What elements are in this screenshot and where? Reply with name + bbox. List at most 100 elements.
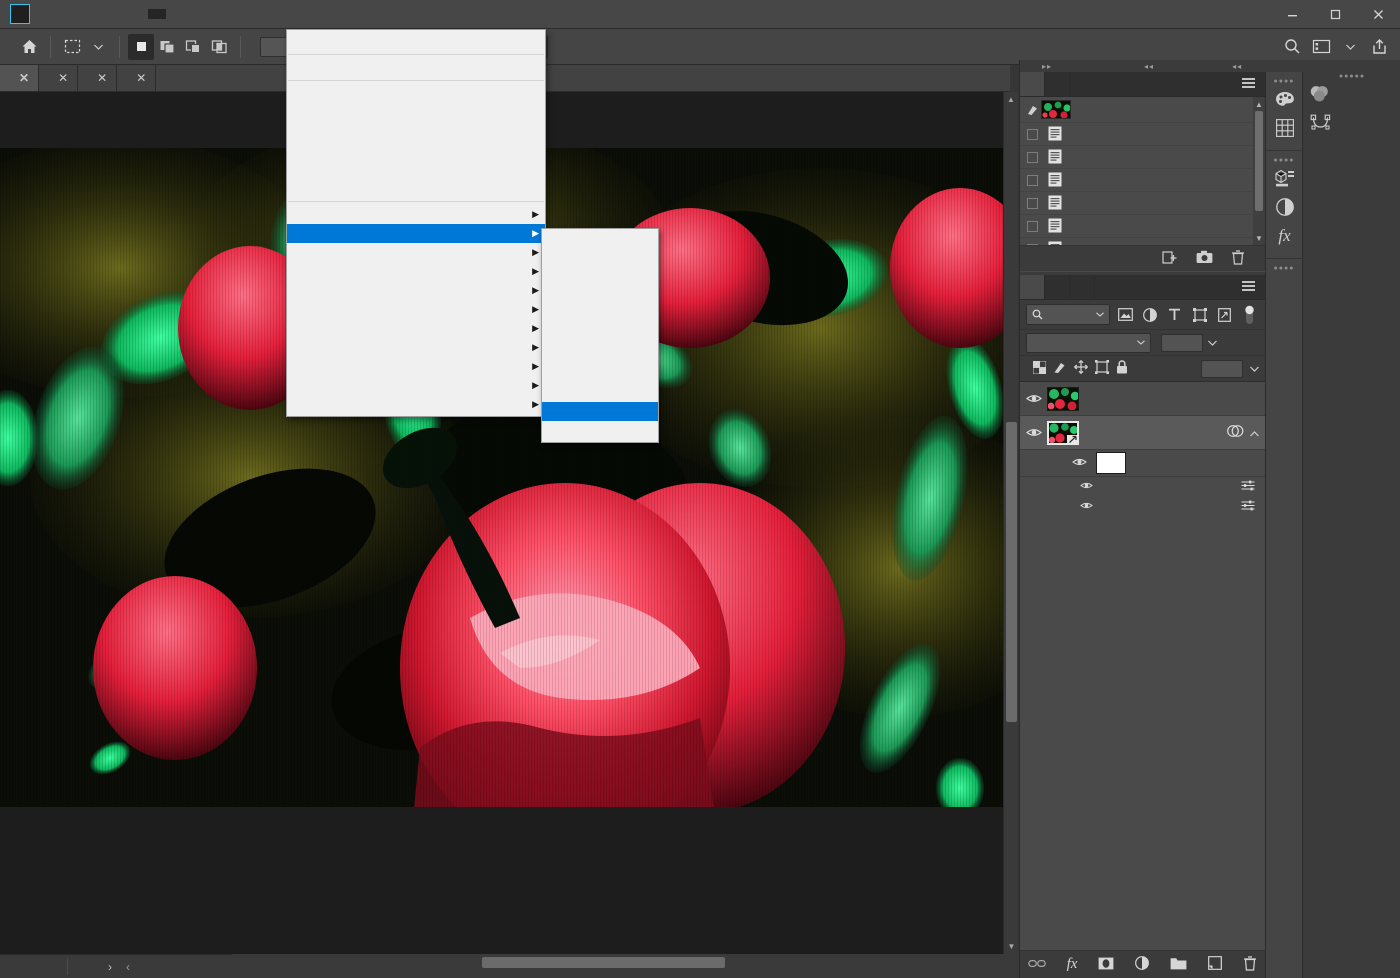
menu-layer[interactable] bbox=[94, 9, 112, 19]
adjustments-icon[interactable] bbox=[1266, 192, 1303, 221]
smart-filters-badge-icon[interactable] bbox=[1227, 424, 1244, 441]
eye-icon[interactable] bbox=[1020, 393, 1047, 404]
eye-icon[interactable] bbox=[1020, 427, 1047, 438]
doc-tab-untitled-3[interactable]: ✕ bbox=[39, 65, 79, 91]
type-layers-filter-icon[interactable] bbox=[1165, 305, 1184, 325]
smart-filters-row[interactable] bbox=[1020, 450, 1265, 477]
doc-tab-apple[interactable]: ✕ bbox=[0, 65, 40, 91]
add-layer-mask-icon[interactable] bbox=[1098, 957, 1114, 973]
history-scroll-thumb[interactable] bbox=[1255, 111, 1263, 211]
grid-pattern-icon[interactable] bbox=[1266, 113, 1303, 142]
scroll-down-icon[interactable]: ▼ bbox=[1004, 939, 1019, 954]
tool-preset-chevron-down-icon[interactable] bbox=[85, 34, 111, 60]
history-panel-menu-icon[interactable] bbox=[1232, 72, 1265, 96]
collapse-mini-dock-icon[interactable]: ◂◂ bbox=[1232, 62, 1242, 71]
submenu-item-radial-blur[interactable] bbox=[542, 364, 658, 383]
menu-help[interactable] bbox=[220, 9, 238, 19]
new-group-icon[interactable] bbox=[1170, 957, 1187, 973]
dock-item-paths[interactable] bbox=[1303, 109, 1400, 138]
history-state-open[interactable] bbox=[1020, 123, 1265, 146]
scroll-up-icon[interactable]: ▲ bbox=[1253, 97, 1265, 111]
new-selection-icon[interactable] bbox=[128, 33, 154, 60]
submenu-item-smart-blur[interactable] bbox=[542, 402, 658, 421]
submenu-item-motion-blur[interactable] bbox=[542, 345, 658, 364]
history-source-state[interactable] bbox=[1020, 97, 1265, 123]
new-snapshot-icon[interactable] bbox=[1196, 250, 1213, 267]
menu-select[interactable] bbox=[130, 9, 148, 19]
collapse-smart-filters-chevron-up-icon[interactable] bbox=[1250, 426, 1259, 440]
tab-character[interactable] bbox=[1045, 275, 1070, 299]
menu-item-3d[interactable]: ▶ bbox=[287, 205, 545, 224]
lock-transparent-pixels-icon[interactable] bbox=[1032, 360, 1047, 377]
link-layers-icon[interactable] bbox=[1027, 958, 1046, 972]
zoom-level-input[interactable] bbox=[6, 958, 68, 975]
maximize-icon[interactable] bbox=[1314, 0, 1357, 29]
history-state-filter-gallery-2[interactable] bbox=[1020, 238, 1265, 245]
history-state-layer-via-copy[interactable] bbox=[1020, 146, 1265, 169]
menu-type[interactable] bbox=[112, 9, 130, 19]
history-state-checkbox[interactable] bbox=[1024, 127, 1041, 142]
menu-item-other[interactable]: ▶ bbox=[287, 395, 545, 414]
layer-styles-fx-icon[interactable]: fx bbox=[1266, 221, 1303, 250]
home-icon[interactable] bbox=[16, 34, 42, 60]
3d-panel-icon[interactable] bbox=[1266, 163, 1303, 192]
layer-row-layer-0[interactable] bbox=[1020, 416, 1265, 450]
menu-item-convert-for-smart-filters[interactable] bbox=[287, 58, 545, 77]
menu-edit[interactable] bbox=[58, 9, 76, 19]
history-state-checkbox[interactable] bbox=[1024, 219, 1041, 234]
adjustment-layers-filter-icon[interactable] bbox=[1141, 305, 1160, 325]
new-adjustment-layer-icon[interactable] bbox=[1135, 956, 1150, 973]
chevron-right-icon[interactable]: › bbox=[108, 960, 112, 974]
layer-row-layer-1[interactable] bbox=[1020, 382, 1265, 416]
drag-grip-icon[interactable]: ●●●● bbox=[1266, 265, 1302, 272]
lock-all-icon[interactable] bbox=[1116, 360, 1128, 377]
history-state-convert-to-smart-object[interactable] bbox=[1020, 215, 1265, 238]
fill-input[interactable] bbox=[1201, 359, 1243, 378]
doc-tab-untitled-5[interactable]: ✕ bbox=[117, 65, 157, 91]
lock-position-icon[interactable] bbox=[1074, 360, 1088, 377]
history-brush-icon[interactable] bbox=[1024, 102, 1041, 117]
pixel-layers-filter-icon[interactable] bbox=[1116, 305, 1135, 325]
smart-filter-row-filter-gallery-1[interactable] bbox=[1020, 477, 1265, 497]
workspace-icon[interactable] bbox=[1308, 34, 1334, 60]
tab-layers[interactable] bbox=[1020, 275, 1045, 299]
blending-options-icon[interactable] bbox=[1241, 500, 1255, 514]
menu-item-stylize[interactable]: ▶ bbox=[287, 357, 545, 376]
submenu-item-blur[interactable] bbox=[542, 250, 658, 269]
share-icon[interactable] bbox=[1366, 34, 1392, 60]
menu-file[interactable] bbox=[40, 9, 58, 19]
submenu-item-blur-more[interactable] bbox=[542, 269, 658, 288]
drag-grip-icon[interactable]: ●●●●● bbox=[1303, 72, 1400, 80]
menu-item-blur[interactable]: ▶ bbox=[287, 224, 545, 243]
menu-3d[interactable] bbox=[166, 9, 184, 19]
submenu-item-gaussian-blur[interactable] bbox=[542, 307, 658, 326]
menu-item-noise[interactable]: ▶ bbox=[287, 281, 545, 300]
chevron-down-icon[interactable] bbox=[1337, 34, 1363, 60]
menu-item-filter-gallery-repeat[interactable] bbox=[287, 32, 545, 51]
tab-history[interactable] bbox=[1020, 72, 1045, 96]
close-icon[interactable]: ✕ bbox=[97, 71, 107, 85]
scroll-up-icon[interactable]: ▲ bbox=[1004, 92, 1018, 107]
menu-filter[interactable] bbox=[148, 9, 166, 19]
history-state-filter-gallery-1[interactable] bbox=[1020, 169, 1265, 192]
delete-layer-icon[interactable] bbox=[1243, 955, 1257, 974]
close-icon[interactable]: ✕ bbox=[136, 71, 146, 85]
new-document-from-state-icon[interactable] bbox=[1162, 250, 1178, 268]
menu-item-adaptive-wide-angle[interactable] bbox=[287, 103, 545, 122]
submenu-item-box-blur[interactable] bbox=[542, 288, 658, 307]
history-state-checkbox[interactable] bbox=[1024, 173, 1041, 188]
horizontal-scroll-thumb[interactable] bbox=[482, 957, 725, 968]
filter-toggle-switch[interactable] bbox=[1240, 305, 1259, 325]
eye-icon[interactable] bbox=[1072, 456, 1087, 470]
history-state-checkbox[interactable] bbox=[1024, 242, 1041, 245]
history-state-list[interactable]: ▲ ▼ bbox=[1020, 97, 1265, 245]
menu-item-video[interactable]: ▶ bbox=[287, 376, 545, 395]
chevron-left-icon[interactable]: ‹ bbox=[126, 960, 130, 974]
shape-layers-filter-icon[interactable] bbox=[1190, 305, 1209, 325]
menu-item-render[interactable]: ▶ bbox=[287, 319, 545, 338]
submenu-item-average[interactable] bbox=[542, 231, 658, 250]
blending-options-icon[interactable] bbox=[1241, 480, 1255, 494]
layer-thumbnail[interactable] bbox=[1047, 386, 1079, 411]
vertical-scroll-thumb[interactable] bbox=[1006, 422, 1017, 722]
layer-thumbnail[interactable] bbox=[1047, 420, 1079, 445]
